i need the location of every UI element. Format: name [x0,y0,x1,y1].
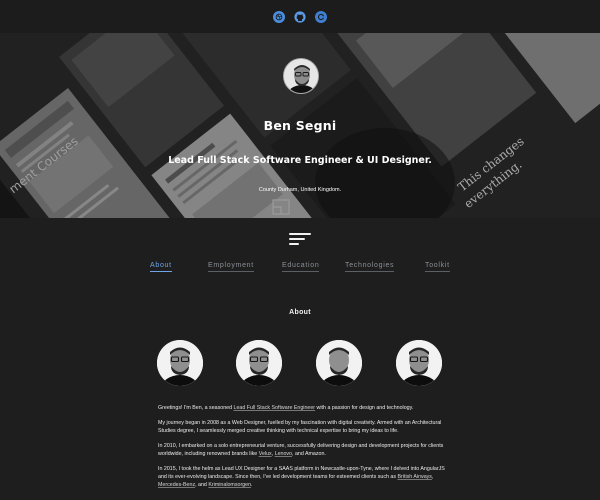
about-paragraph: My journey began in 2008 as a Web Design… [158,420,442,434]
about-paragraph: In 2010, I embarked on a solo entreprene… [158,443,444,457]
menu-icon[interactable] [289,233,311,245]
velux-link[interactable]: Velux [259,451,272,457]
hero-job-title: Lead Full Stack Software Engineer & UI D… [168,155,432,166]
avatar [396,340,442,386]
top-bar [0,0,600,33]
british-airways-link[interactable]: British Airways [398,474,432,480]
avatar [283,58,319,94]
kriminalomsorgen-link[interactable]: Kriminalomsorgen [208,482,251,488]
section-tabs: About Employment Education Technologies … [0,262,600,276]
lenovo-link[interactable]: Lenovo [275,451,292,457]
tab-about[interactable]: About [150,262,172,272]
tab-education[interactable]: Education [282,262,320,272]
dribbble-icon[interactable] [273,10,285,23]
hero-location: County Durham, United Kingdom. [258,187,342,193]
avatar [236,340,282,386]
mercedes-benz-link[interactable]: Mercedes-Benz [158,482,195,488]
avatar [316,340,362,386]
tab-toolkit[interactable]: Toolkit [425,262,450,272]
tab-employment[interactable]: Employment [208,262,254,272]
about-paragraph: In 2015, I took the helm as Lead UX Desi… [158,466,445,488]
tab-technologies[interactable]: Technologies [345,262,395,272]
refresh-icon[interactable] [315,10,327,23]
about-content: Greetings! I'm Ben, a seasoned Lead Full… [158,404,450,496]
job-title-link[interactable]: Lead Full Stack Software Engineer [234,405,316,411]
hero-banner: ment Courses This changes everything. Be… [0,33,600,218]
avatar [157,340,203,386]
about-paragraph: Greetings! I'm Ben, a seasoned Lead Full… [158,405,414,411]
hero-name: Ben Segni [263,118,337,133]
avatar-row [0,340,600,386]
document-icon [272,199,290,215]
github-icon[interactable] [294,10,306,23]
section-heading: About [289,309,311,316]
